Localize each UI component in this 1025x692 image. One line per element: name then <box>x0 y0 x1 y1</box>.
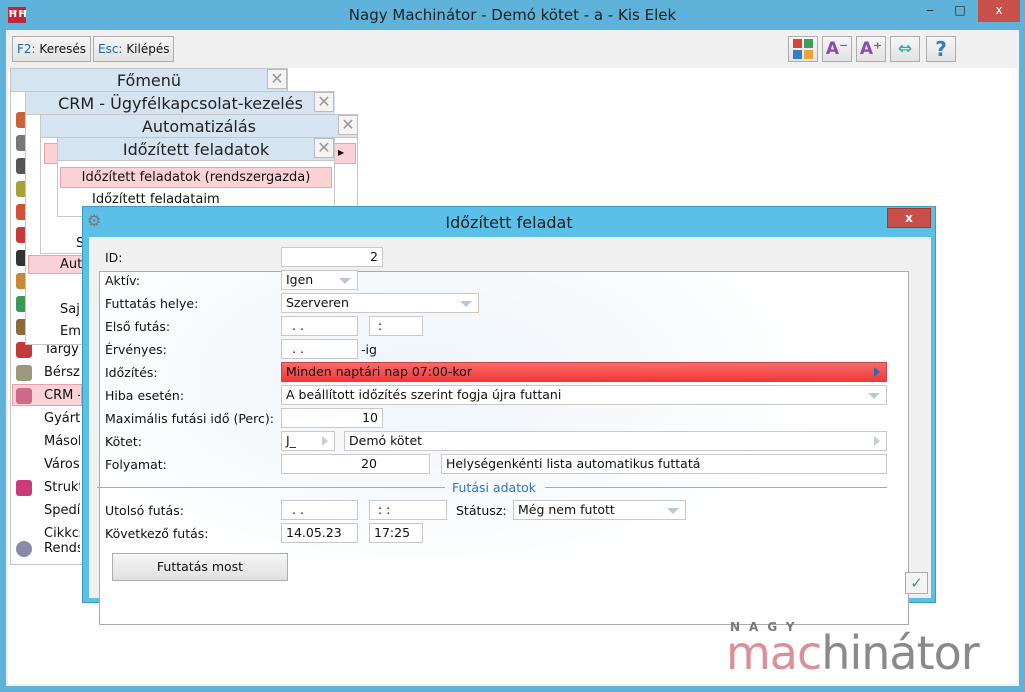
next-run-date-field: 14.05.23 <box>281 523 358 543</box>
crm-icon <box>16 388 32 404</box>
schedule-field[interactable]: Minden naptári nap 07:00-kor <box>281 362 887 382</box>
search-button[interactable]: F2: Keresés <box>12 36 92 62</box>
menu-item-scheduled-admin[interactable]: Időzített feladatok (rendszergazda) <box>60 167 332 188</box>
status-select[interactable]: Még nem futott <box>513 500 686 520</box>
last-run-time-field: : : <box>369 500 447 520</box>
process-label: Folyamat: <box>105 457 167 472</box>
tiles-icon <box>793 39 813 59</box>
run-now-button[interactable]: Futtatás most <box>112 553 288 581</box>
close-button[interactable]: x <box>978 0 1020 22</box>
max-time-label: Maximális futási idő (Perc): <box>105 411 274 426</box>
arrows-horizontal-icon: ⇔ <box>897 39 913 59</box>
section-divider <box>545 487 887 488</box>
automation-close-icon[interactable]: ✕ <box>338 115 358 135</box>
menu-item-my-scheduled[interactable]: Időzített feladataim <box>92 192 220 207</box>
scheduled-close-icon[interactable]: ✕ <box>314 138 334 158</box>
submenu-arrow-icon: ▶ <box>338 148 345 157</box>
gears-icon <box>16 541 32 557</box>
on-error-select[interactable]: A beállított időzítés szerint fogja újra… <box>281 385 887 405</box>
crm-close-icon[interactable]: ✕ <box>314 92 334 112</box>
font-increase-button[interactable]: A⁺ <box>856 36 886 62</box>
automation-panel-title: Automatizálás <box>41 115 357 138</box>
active-label: Aktív: <box>105 273 141 288</box>
menu-item-crm[interactable]: CRM - <box>44 388 80 403</box>
status-label: Státusz: <box>456 503 507 518</box>
crm-item-aut[interactable]: Aut <box>60 257 82 272</box>
search-label: Keresés <box>39 42 87 56</box>
payroll-icon <box>16 365 32 381</box>
last-run-date-field: . . <box>281 500 358 520</box>
menu-item-bersz[interactable]: Bérszá <box>44 365 80 380</box>
crm-panel-title: CRM - Ügyfélkapcsolat-kezelés <box>26 92 335 115</box>
resize-button[interactable]: ⇔ <box>890 36 920 62</box>
first-run-time-field[interactable]: : <box>369 316 423 336</box>
valid-date-field[interactable]: . . <box>281 339 358 359</box>
menu-item-rends[interactable]: Rends <box>44 541 80 556</box>
dialog-title: Időzített feladat <box>445 213 573 232</box>
id-label: ID: <box>105 250 123 265</box>
scheduled-tasks-title: Időzített feladatok <box>58 138 334 161</box>
section-title: Futási adatok <box>452 480 536 495</box>
ok-checkmark-button[interactable]: ✓ <box>905 572 928 594</box>
main-menu-close-icon[interactable]: ✕ <box>267 69 287 89</box>
process-name-field[interactable]: Helységenkénti lista automatikus futtatá <box>441 454 887 474</box>
exit-label: Kilépés <box>126 42 170 56</box>
next-run-label: Következő futás: <box>105 526 209 541</box>
valid-suffix: -ig <box>361 342 377 357</box>
menu-item-strukt[interactable]: Strukt <box>44 480 80 495</box>
last-run-label: Utolsó futás: <box>105 503 184 518</box>
menu-item-sped[interactable]: Spedíc <box>44 503 80 518</box>
on-error-label: Hiba esetén: <box>105 388 185 403</box>
font-increase-icon: A⁺ <box>859 39 883 59</box>
font-decrease-button[interactable]: A⁻ <box>822 36 852 62</box>
logo-part-a: mac <box>726 626 822 680</box>
section-divider <box>97 487 445 488</box>
schedule-label: Időzítés: <box>105 365 158 380</box>
menu-item-masol[interactable]: Másol <box>44 434 80 449</box>
logo-part-b: hinátor <box>821 626 979 680</box>
valid-label: Érvényes: <box>105 342 167 357</box>
layout-tiles-button[interactable] <box>788 36 818 62</box>
menu-item-gyart[interactable]: Gyárt <box>44 411 80 426</box>
minimize-button[interactable]: ‒ <box>916 0 944 22</box>
crm-item-saj[interactable]: Saj <box>60 302 82 317</box>
menu-item-cikkcs[interactable]: Cikkcs <box>44 526 80 541</box>
dialog-close-button[interactable]: x <box>887 208 931 228</box>
main-menu-title: Főmenü <box>11 69 287 92</box>
first-run-date-field[interactable]: . . <box>281 316 358 336</box>
location-select[interactable]: Szerveren <box>281 293 479 313</box>
help-button[interactable]: ? <box>926 36 956 62</box>
max-time-field[interactable]: 10 <box>281 408 383 428</box>
structure-icon <box>16 480 32 496</box>
active-select[interactable]: Igen <box>281 270 358 290</box>
next-run-time-field: 17:25 <box>369 523 423 543</box>
process-id-field[interactable]: 20 <box>281 454 430 474</box>
menu-item-varos[interactable]: Város <box>44 457 80 472</box>
volume-label: Kötet: <box>105 434 142 449</box>
volume-name-field[interactable]: Demó kötet <box>344 431 887 451</box>
exit-key: Esc: <box>98 42 123 56</box>
font-decrease-icon: A⁻ <box>825 39 849 59</box>
exit-button[interactable]: Esc: Kilépés <box>93 36 175 62</box>
first-run-label: Első futás: <box>105 319 171 334</box>
window-title: Nagy Machinátor - Demó kötet - a - Kis E… <box>348 6 677 24</box>
search-key: F2: <box>17 42 36 56</box>
volume-code-field[interactable]: J_ <box>281 431 335 451</box>
crm-item-em[interactable]: Em <box>60 324 82 339</box>
maximize-button[interactable]: □ <box>946 0 974 22</box>
location-label: Futtatás helye: <box>105 296 199 311</box>
id-field[interactable]: 2 <box>281 247 383 267</box>
brand-logo: machinátor <box>726 626 980 680</box>
